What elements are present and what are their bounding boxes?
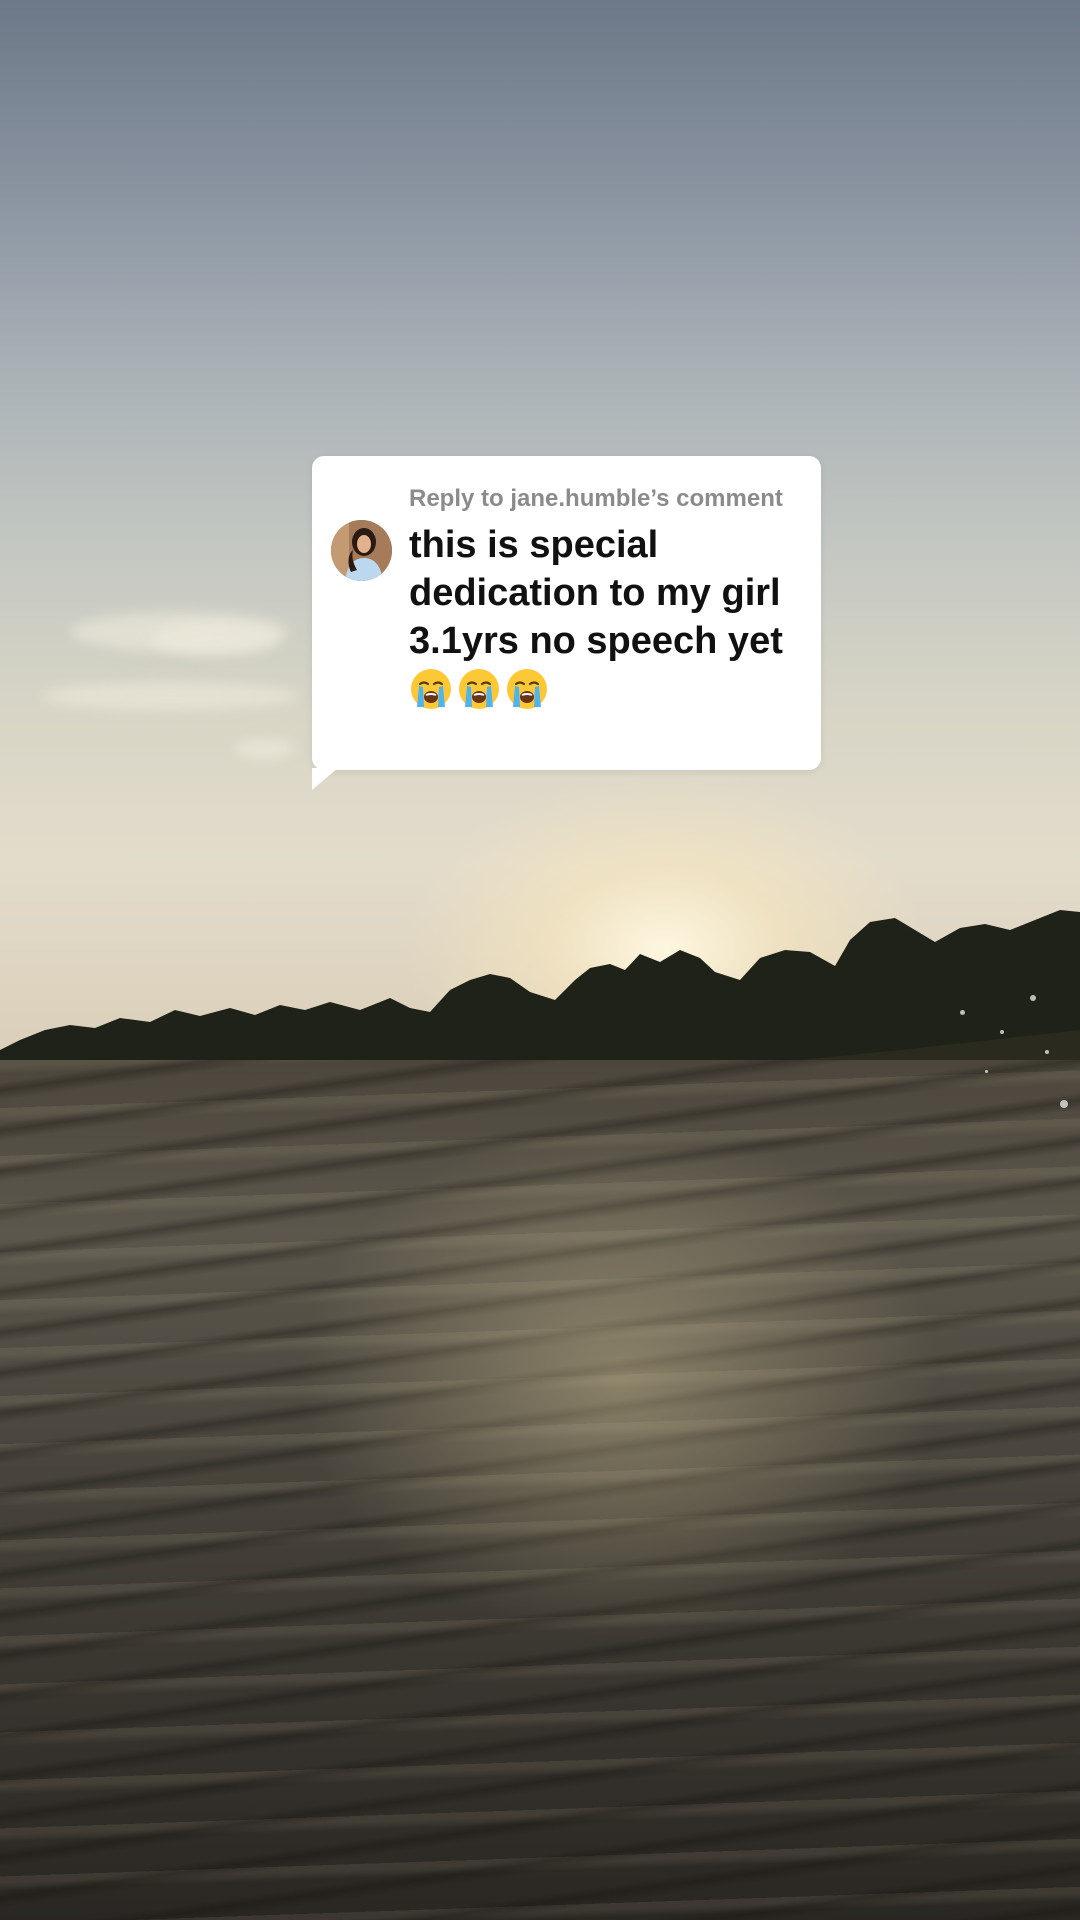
cloud xyxy=(235,738,295,760)
loudly-crying-face-icon xyxy=(507,669,547,709)
water-droplet xyxy=(960,1010,965,1015)
water-droplet xyxy=(985,1070,988,1073)
loudly-crying-face-icon xyxy=(411,669,451,709)
water-droplet xyxy=(1045,1050,1049,1054)
water-droplet xyxy=(1060,1100,1068,1108)
video-screen[interactable]: Reply to jane.humble’s comment this is s… xyxy=(0,0,1080,1920)
cloud xyxy=(150,622,280,656)
water-droplet xyxy=(1000,1030,1004,1034)
comment-text: this is special dedication to my girl 3.… xyxy=(409,524,783,662)
reply-header: Reply to jane.humble’s comment xyxy=(409,485,783,512)
cloud xyxy=(40,682,300,710)
water-droplet xyxy=(1030,995,1036,1001)
loudly-crying-face-icon xyxy=(459,669,499,709)
speech-bubble-tail xyxy=(312,768,338,790)
river-water xyxy=(0,1060,1080,1920)
emoji-row xyxy=(409,667,795,711)
avatar-portrait-icon xyxy=(331,520,392,581)
reply-comment-sticker[interactable]: Reply to jane.humble’s comment this is s… xyxy=(312,456,821,790)
commenter-avatar[interactable] xyxy=(331,520,392,581)
